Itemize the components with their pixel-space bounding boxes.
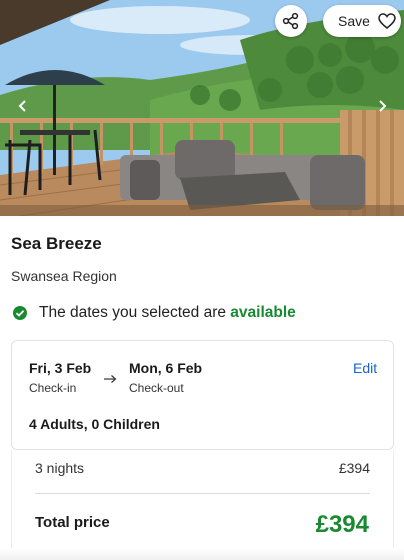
bottom-shadow [0,548,404,560]
checkout-date: Mon, 6 Feb [129,360,203,376]
price-panel-border-right [393,450,394,548]
check-circle-icon [13,306,27,320]
checkin-label: Check-in [29,381,77,395]
checkout-label: Check-out [129,381,184,395]
chevron-left-icon [18,100,26,112]
availability-message: The dates you selected are available [12,304,296,322]
property-region: Swansea Region [11,268,117,284]
next-image-button[interactable] [370,94,394,118]
chevron-right-icon [379,100,387,112]
price-panel-border-left [11,450,12,548]
total-price-label: Total price [35,514,110,531]
share-icon [282,12,299,30]
save-label: Save [338,13,370,29]
heart-icon [378,13,396,29]
share-button[interactable] [275,5,307,37]
guests-summary: 4 Adults, 0 Children [29,416,160,432]
checkout-block: Mon, 6 Feb Check-out [129,360,202,395]
property-title: Sea Breeze [11,234,102,253]
checkin-date: Fri, 3 Feb [29,360,92,376]
price-divider [35,493,370,494]
checkin-block: Fri, 3 Feb Check-in [29,360,91,395]
previous-image-button[interactable] [11,94,35,118]
total-price-value: £394 [315,511,369,538]
edit-booking-link[interactable]: Edit [353,360,377,376]
arrow-right-icon [103,371,117,389]
availability-text: The dates you selected are [39,304,226,321]
save-button[interactable]: Save [323,5,401,37]
availability-status: available [230,304,296,321]
booking-summary-card: Fri, 3 Feb Check-in Mon, 6 Feb Check-out… [11,340,394,450]
nights-label: 3 nights [35,460,85,476]
nights-price: £394 [338,460,370,476]
hero-image: Save [0,0,404,216]
